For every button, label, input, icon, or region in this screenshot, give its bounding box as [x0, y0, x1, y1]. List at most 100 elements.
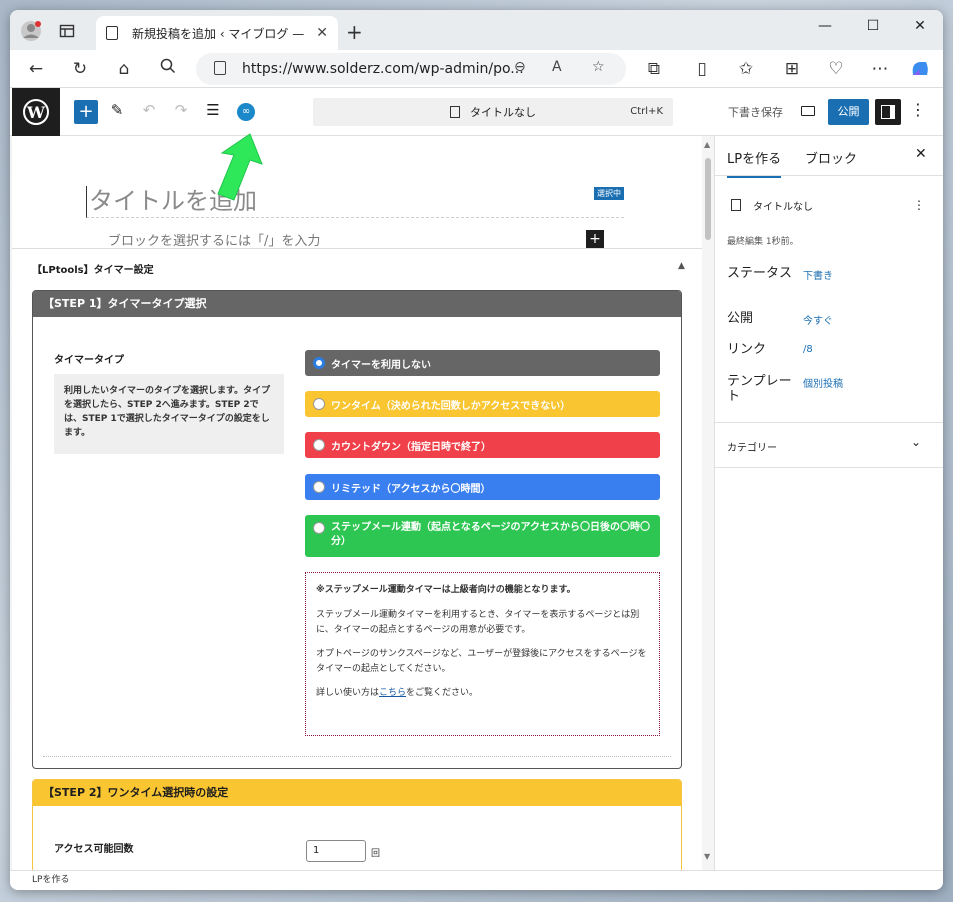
minimize-button[interactable]: — [810, 18, 840, 34]
post-title-input[interactable]: タイトルを追加 [86, 186, 624, 218]
address-bar: ← ↻ ⌂ https://www.solderz.com/wp-admin/p… [10, 50, 943, 88]
access-count-label: アクセス可能回数 [54, 844, 134, 855]
note-paragraph-1: ステップメール運動タイマーを利用するとき、タイマーを表示するページとは別に、タイ… [316, 610, 640, 635]
note-text-post: をご覧ください。 [406, 688, 479, 698]
lptools-metabox: 【LPtools】タイマー設定 ▲ 【STEP 1】タイマータイプ選択 タイマー… [12, 248, 702, 870]
scroll-down-icon[interactable]: ▼ [704, 852, 710, 861]
option-label: ステップメール連動（起点となるページのアクセスから〇日後の〇時〇分） [331, 522, 650, 547]
publish-button[interactable]: 公開 [828, 99, 869, 125]
radio[interactable] [313, 439, 325, 451]
chevron-down-icon[interactable]: ⌄ [911, 435, 921, 449]
extensions-icon[interactable]: ⧉ [642, 58, 666, 80]
status-value[interactable]: 下書き [803, 267, 833, 282]
collapse-caret-icon[interactable]: ▲ [678, 261, 685, 271]
lptools-icon[interactable]: ∞ [237, 103, 255, 121]
green-arrow-icon [206, 128, 266, 208]
option-countdown[interactable]: カウントダウン（指定日時で終了） [305, 432, 660, 458]
close-window-button[interactable]: ✕ [905, 18, 935, 34]
redo-icon[interactable]: ↷ [170, 101, 192, 119]
block-hint[interactable]: ブロックを選択するには「/」を入力 [108, 230, 320, 249]
link-value[interactable]: /8 [803, 344, 813, 355]
timer-type-label: タイマータイプ [54, 355, 124, 366]
option-label: リミテッド（アクセスから〇時間） [331, 483, 491, 495]
preview-icon[interactable] [801, 106, 815, 116]
close-sidebar-icon[interactable]: ✕ [915, 146, 927, 162]
lock-icon[interactable] [214, 61, 226, 75]
access-count-input[interactable]: 1 [306, 840, 366, 862]
split-screen-icon[interactable]: ▯ [690, 58, 714, 80]
settings-sidebar: LPを作る ブロック ✕ タイトルなし ⋮ 最終編集 1秒前。 ステータス 下書… [714, 136, 943, 870]
home-icon[interactable]: ⌂ [112, 58, 136, 80]
howto-link[interactable]: こちら [379, 688, 406, 698]
publish-value[interactable]: 今すぐ [803, 312, 833, 327]
note-paragraph-2: オプトページのサンクスページなど、ユーザーが登録後にアクセスをするページをタイマ… [316, 649, 647, 674]
option-label: カウントダウン（指定日時で終了） [331, 441, 491, 453]
url-field[interactable]: https://www.solderz.com/wp-admin/po... ⊖… [196, 53, 626, 85]
add-block-button[interactable]: + [586, 230, 604, 248]
collections-icon[interactable]: ⊞ [780, 58, 804, 80]
note-paragraph-3: 詳しい使い方はこちらをご覧ください。 [316, 686, 649, 701]
note-text-pre: 詳しい使い方は [316, 688, 380, 698]
radio[interactable] [313, 522, 325, 534]
favorite-star-icon[interactable]: ☆ [592, 59, 605, 75]
radio[interactable] [313, 398, 325, 410]
back-icon[interactable]: ← [24, 58, 48, 80]
document-overview-icon[interactable]: ☰ [202, 101, 224, 119]
url-text: https://www.solderz.com/wp-admin/po... [242, 61, 524, 77]
favorites-icon[interactable]: ✩ [734, 58, 758, 80]
scroll-up-icon[interactable]: ▲ [704, 140, 710, 149]
template-key: テンプレート [727, 374, 792, 404]
tab-actions-icon[interactable] [56, 20, 78, 42]
tab-title: 新規投稿を追加 ‹ マイブログ — Wo… [132, 26, 308, 41]
maximize-button[interactable]: ☐ [858, 18, 888, 34]
zoom-icon[interactable]: ⊖ [514, 59, 526, 75]
option-label: タイマーを利用しない [331, 359, 431, 371]
canvas-scrollbar[interactable]: ▲ ▼ [702, 136, 714, 870]
edit-tools-icon[interactable]: ✎ [106, 101, 128, 119]
radio-selected[interactable] [313, 357, 325, 369]
scroll-thumb[interactable] [705, 158, 711, 240]
link-key: リンク [727, 342, 767, 357]
new-tab-button[interactable]: + [346, 20, 363, 44]
template-value[interactable]: 個別投稿 [803, 375, 843, 390]
close-tab-icon[interactable]: ✕ [316, 25, 328, 41]
profile-icon[interactable] [20, 20, 42, 42]
option-onetime[interactable]: ワンタイム（決められた回数しかアクセスできない） [305, 391, 660, 417]
timer-type-description: 利用したいタイマーのタイプを選択します。タイプを選択したら、STEP 2へ進みま… [54, 374, 284, 454]
block-inserter-button[interactable]: + [74, 100, 98, 124]
tab-block[interactable]: ブロック [805, 148, 857, 167]
read-aloud-icon[interactable]: A [552, 59, 562, 75]
settings-more-icon[interactable]: ⋯ [868, 58, 892, 80]
divider [715, 422, 943, 423]
options-menu-icon[interactable]: ⋮ [910, 100, 926, 119]
metabox-heading: 【LPtools】タイマー設定 [32, 265, 154, 276]
sidebar-doc-title: タイトルなし [753, 202, 813, 213]
step1-panel: 【STEP 1】タイマータイプ選択 タイマータイプ 利用したいタイマーのタイプを… [32, 290, 682, 769]
wordpress-logo-icon[interactable]: W [12, 88, 60, 136]
undo-icon[interactable]: ↶ [138, 101, 160, 119]
step2-header: 【STEP 2】ワンタイム選択時の設定 [33, 780, 681, 806]
browser-essentials-icon[interactable]: ♡ [824, 58, 848, 80]
browser-tab[interactable]: 新規投稿を追加 ‹ マイブログ — Wo… ✕ [96, 16, 338, 50]
category-panel[interactable]: カテゴリー [727, 439, 777, 454]
option-stepmail[interactable]: ステップメール連動（起点となるページのアクセスから〇日後の〇時〇分） [305, 515, 660, 557]
search-icon[interactable] [156, 58, 180, 80]
save-draft-button[interactable]: 下書き保存 [728, 104, 783, 120]
step1-header: 【STEP 1】タイマータイプ選択 [33, 291, 681, 317]
divider [43, 756, 671, 757]
option-no-timer[interactable]: タイマーを利用しない [305, 350, 660, 376]
tab-lp[interactable]: LPを作る [727, 148, 782, 178]
shortcut-hint: Ctrl+K [630, 106, 663, 117]
command-palette[interactable]: タイトルなし Ctrl+K [313, 98, 673, 126]
doc-actions-icon[interactable]: ⋮ [913, 198, 925, 212]
copilot-icon[interactable] [908, 58, 932, 80]
settings-panel-icon[interactable] [875, 99, 901, 125]
status-key: ステータス [727, 266, 793, 281]
step2-panel: 【STEP 2】ワンタイム選択時の設定 アクセス可能回数 1 回 [32, 779, 682, 870]
editor-canvas: タイトルを追加 選択中 ブロックを選択するには「/」を入力 + 【LPtools… [12, 136, 702, 870]
refresh-icon[interactable]: ↻ [68, 58, 92, 80]
radio[interactable] [313, 481, 325, 493]
editor-toolbar: W + ✎ ↶ ↷ ☰ ∞ タイトルなし Ctrl+K 下書き保存 公開 ⋮ [10, 88, 943, 136]
option-limited[interactable]: リミテッド（アクセスから〇時間） [305, 474, 660, 500]
breadcrumb-footer[interactable]: LPを作る [10, 870, 943, 890]
